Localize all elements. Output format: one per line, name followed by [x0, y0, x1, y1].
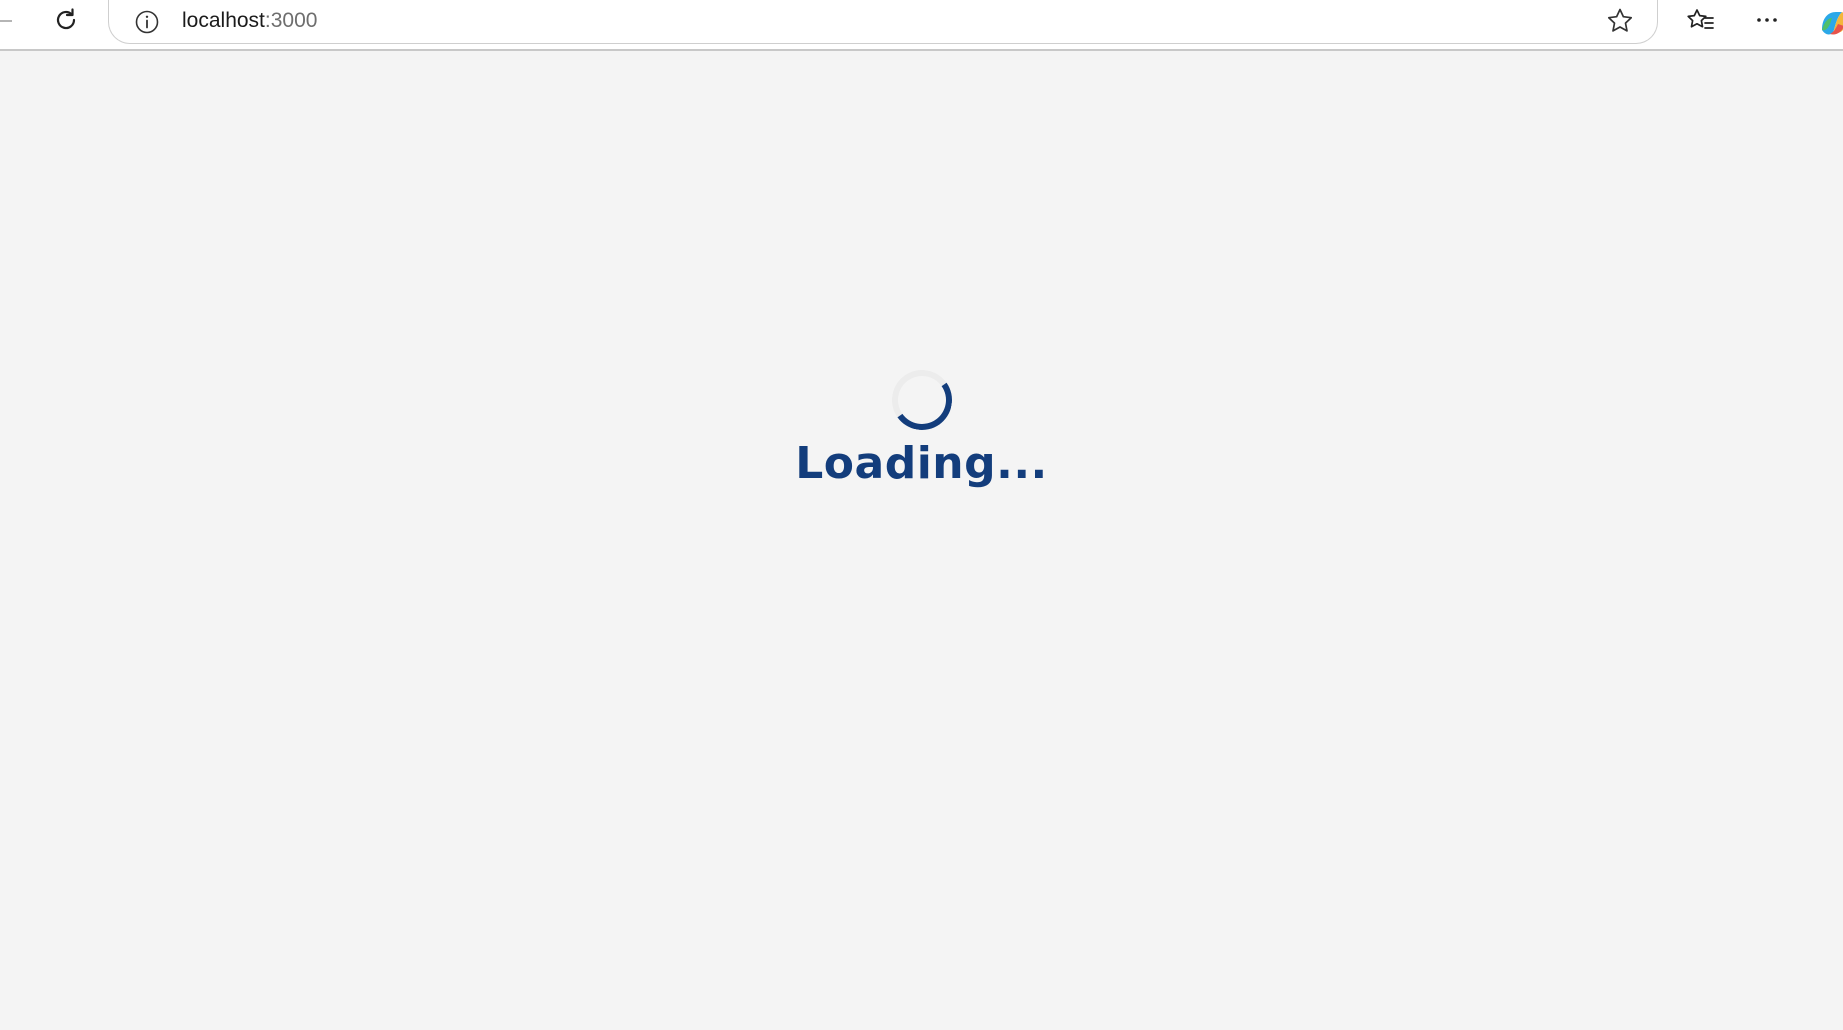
- favorites-icon: [1687, 9, 1714, 29]
- browser-toolbar: localhost:3000: [0, 0, 1843, 51]
- favorite-star-icon[interactable]: [1605, 6, 1635, 36]
- more-options-button[interactable]: [1747, 0, 1787, 40]
- refresh-icon: [56, 8, 76, 30]
- favorites-button[interactable]: [1681, 0, 1721, 40]
- url-port: :3000: [264, 9, 318, 32]
- back-button[interactable]: [0, 20, 12, 22]
- address-bar[interactable]: localhost:3000: [108, 0, 1658, 44]
- more-options-icon: [1757, 18, 1777, 22]
- refresh-button[interactable]: [46, 0, 86, 40]
- copilot-icon[interactable]: [1818, 8, 1843, 38]
- site-info-icon[interactable]: [133, 8, 161, 36]
- url-host: localhost: [182, 9, 265, 32]
- loading-spinner-icon: [886, 365, 957, 435]
- url-text[interactable]: localhost:3000: [182, 9, 317, 33]
- loading-indicator: Loading...: [0, 365, 1843, 489]
- loading-text: Loading...: [795, 438, 1048, 489]
